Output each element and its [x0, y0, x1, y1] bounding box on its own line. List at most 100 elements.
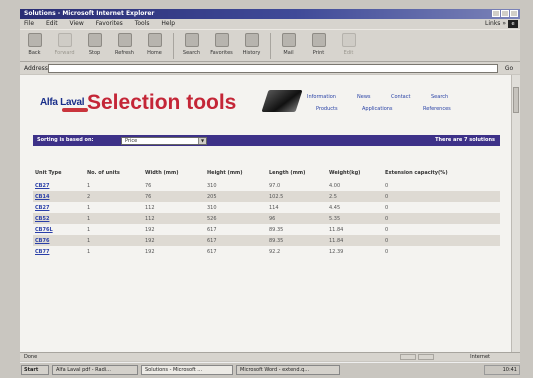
table-row: CB77 1 192 617 92.2 12.39 0: [33, 246, 500, 257]
cell-unit-type: CB76L: [33, 224, 85, 235]
menu-favorites[interactable]: Favorites: [96, 20, 123, 27]
unit-type-link[interactable]: CB77: [35, 249, 49, 255]
unit-type-link[interactable]: CB27: [35, 183, 49, 189]
header-width: Width (mm): [145, 170, 179, 176]
window-title: Solutions - Microsoft Internet Explorer: [24, 10, 155, 17]
toolbar-separator: [173, 33, 174, 59]
cell-extension-capacity: 0: [383, 213, 500, 224]
table-row: CB27 1 112 310 114 4.45 0: [33, 202, 500, 213]
menu-edit[interactable]: Edit: [46, 20, 58, 27]
nav-link-information[interactable]: Information: [307, 94, 336, 100]
stop-button[interactable]: Stop: [80, 33, 109, 56]
unit-type-link[interactable]: CB27: [35, 205, 49, 211]
favorites-button[interactable]: Favorites: [207, 33, 236, 56]
security-zone: Internet: [470, 354, 490, 360]
cell-extension-capacity: 0: [385, 204, 389, 211]
cell-height: 310: [207, 182, 217, 189]
close-button[interactable]: [510, 10, 518, 17]
cell-width: 192: [145, 248, 155, 255]
page-title: Selection tools: [87, 91, 237, 114]
scrollbar-thumb[interactable]: [513, 87, 519, 113]
home-label: Home: [147, 50, 162, 56]
home-icon: [147, 33, 162, 47]
address-input[interactable]: [48, 63, 498, 73]
table-row: CB52 1 112 526 96 5.35 0: [33, 213, 500, 224]
solutions-count: There are 7 solutions: [435, 137, 495, 143]
refresh-button[interactable]: Refresh: [110, 33, 139, 56]
nav-link-products[interactable]: Products: [316, 106, 338, 112]
cell-unit-type: CB14: [33, 191, 85, 202]
links-toolbar[interactable]: Links »: [485, 19, 506, 29]
cell-height: 617: [207, 248, 217, 255]
search-label: Search: [182, 50, 201, 56]
history-label: History: [242, 50, 261, 56]
menu-file[interactable]: File: [24, 20, 34, 27]
taskbar-item[interactable]: Alfa Laval pdf - Radi...: [52, 364, 138, 375]
nav-link-references[interactable]: References: [423, 106, 451, 112]
search-button[interactable]: Search: [177, 33, 206, 56]
table-row: CB76L 1 192 617 89.35 11.84 0: [33, 224, 500, 235]
maximize-button[interactable]: [501, 10, 509, 17]
favorites-icon: [214, 33, 229, 47]
nav-link-contact[interactable]: Contact: [391, 94, 410, 100]
cell-no-of-units: 1: [87, 182, 91, 189]
taskbar-item[interactable]: Microsoft Word - extend.q...: [236, 364, 340, 375]
system-tray-clock: 10:41: [484, 364, 520, 375]
cell-width: 192: [145, 226, 155, 233]
forward-arrow-icon: [57, 33, 72, 47]
window-titlebar: Solutions - Microsoft Internet Explorer: [20, 9, 520, 19]
back-arrow-icon: [27, 33, 42, 47]
cell-width: 76: [143, 191, 205, 202]
taskbar: Start Alfa Laval pdf - Radi... Solutions…: [20, 362, 520, 376]
nav-link-news[interactable]: News: [357, 94, 371, 100]
nav-link-applications[interactable]: Applications: [362, 106, 393, 112]
unit-type-link[interactable]: CB14: [35, 194, 49, 200]
sort-label: Sorting is based on:: [37, 137, 94, 143]
mail-icon: [281, 33, 296, 47]
status-panes: [400, 354, 434, 360]
address-label: Address: [24, 64, 48, 72]
logo-swirl-icon: [62, 108, 88, 112]
start-button[interactable]: Start: [21, 364, 49, 375]
cell-height: 617: [205, 235, 267, 246]
cell-height: 617: [207, 226, 217, 233]
cell-height: 310: [207, 204, 217, 211]
cell-length: 89.35: [267, 235, 327, 246]
cell-height: 205: [205, 191, 267, 202]
go-button[interactable]: Go: [498, 65, 520, 72]
menu-help[interactable]: Help: [161, 20, 175, 27]
heat-exchanger-image: [261, 90, 303, 112]
browser-toolbar: Back Forward Stop Refresh Home Search Fa…: [20, 29, 520, 62]
status-pane: [400, 354, 416, 360]
nav-link-search[interactable]: Search: [431, 94, 448, 100]
sort-select[interactable]: Price ▼: [121, 137, 207, 145]
taskbar-item-active[interactable]: Solutions - Microsoft ...: [141, 364, 233, 375]
unit-type-link[interactable]: CB76: [35, 238, 49, 244]
vertical-scrollbar[interactable]: [511, 75, 520, 352]
cell-length: 114: [269, 204, 279, 211]
chevron-down-icon[interactable]: ▼: [198, 138, 206, 144]
ie-logo-icon: e: [508, 20, 518, 28]
unit-type-link[interactable]: CB52: [35, 216, 49, 222]
menu-tools[interactable]: Tools: [135, 20, 150, 27]
mail-button[interactable]: Mail: [274, 33, 303, 56]
edit-button[interactable]: Edit: [334, 33, 363, 56]
back-button[interactable]: Back: [20, 33, 49, 56]
back-label: Back: [28, 50, 41, 56]
print-button[interactable]: Print: [304, 33, 333, 56]
history-button[interactable]: History: [237, 33, 266, 56]
cell-weight: 11.84: [329, 226, 344, 233]
home-button[interactable]: Home: [140, 33, 169, 56]
cell-extension-capacity: 0: [385, 182, 389, 189]
brand-logo[interactable]: Alfa Laval: [40, 97, 88, 112]
cell-weight: 12.39: [329, 248, 344, 255]
cell-weight: 4.00: [329, 182, 341, 189]
minimize-button[interactable]: [492, 10, 500, 17]
history-icon: [244, 33, 259, 47]
unit-type-link[interactable]: CB76L: [35, 227, 53, 233]
cell-unit-type: CB27: [33, 180, 85, 191]
forward-button[interactable]: Forward: [50, 33, 79, 56]
toolbar-separator: [270, 33, 271, 59]
cell-weight: 5.35: [327, 213, 383, 224]
menu-view[interactable]: View: [70, 20, 84, 27]
